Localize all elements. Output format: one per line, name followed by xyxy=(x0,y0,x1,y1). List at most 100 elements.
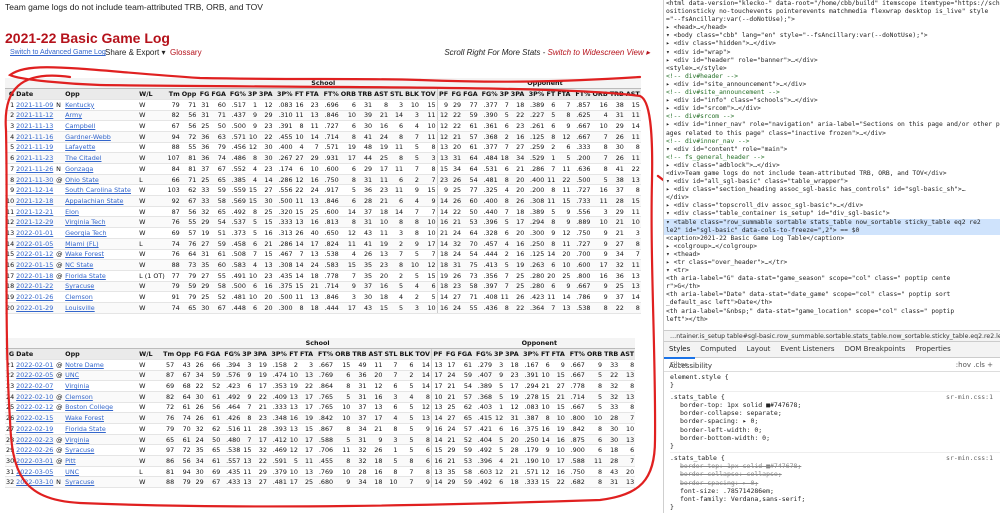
column-header[interactable]: FG% xyxy=(221,348,242,360)
column-header[interactable]: G xyxy=(5,348,16,360)
column-header[interactable]: 3PA xyxy=(504,348,520,360)
dom-node-line[interactable]: ▸ <tr class="over_header">…</tr> xyxy=(664,259,1000,267)
column-header[interactable]: FG xyxy=(191,348,205,360)
opponent-link[interactable]: Elon xyxy=(65,208,79,216)
dom-node-line[interactable]: <html data-version="klecko-" data-root="… xyxy=(664,0,1000,8)
opponent-link[interactable]: Clemson xyxy=(65,293,93,301)
opponent-link[interactable]: Florida State xyxy=(65,425,106,433)
column-header[interactable]: BLK xyxy=(398,348,415,360)
game-date-link[interactable]: 2022-02-26 xyxy=(16,446,53,454)
column-header[interactable]: 3P xyxy=(498,88,510,100)
dom-node-line[interactable]: ▸ <head>…</head> xyxy=(664,24,1000,32)
dom-node-line[interactable]: <th aria-label="&nbsp;" data-stat="game_… xyxy=(664,308,1000,316)
game-date-link[interactable]: 2022-01-05 xyxy=(16,240,53,248)
dom-node-line[interactable]: <caption>2021-22 Basic Game Log Table</c… xyxy=(664,235,1000,243)
css-selector[interactable]: element.style { xyxy=(670,373,1000,381)
opponent-link[interactable]: NC State xyxy=(65,261,93,269)
dom-node-line[interactable]: <!-- div#srcom --> xyxy=(664,113,1000,121)
opponent-link[interactable]: Miami (FL) xyxy=(65,240,98,248)
column-header[interactable]: Opp xyxy=(64,348,139,360)
css-declaration[interactable]: border-spacing: ▸ 0; xyxy=(670,417,1000,425)
opponent-link[interactable]: Virginia xyxy=(65,382,89,390)
devtools-tab-dom-breakpoints[interactable]: DOM Breakpoints xyxy=(840,342,911,357)
game-date-link[interactable]: 2022-03-10 xyxy=(16,478,53,486)
dom-breadcrumbs[interactable]: …ntainer.is_setup table#sgl-basic.row_su… xyxy=(664,330,1000,342)
column-header[interactable]: FT xyxy=(287,348,299,360)
dom-node-line[interactable]: ▸ <colgroup>…</colgroup> xyxy=(664,243,1000,251)
game-date-link[interactable]: 2021-11-16 xyxy=(16,133,53,141)
column-header[interactable]: AST xyxy=(373,88,390,100)
opponent-link[interactable]: Syracuse xyxy=(65,446,94,454)
game-date-link[interactable]: 2021-12-14 xyxy=(16,186,53,194)
css-declaration[interactable]: border-spacing: ▸ 0; xyxy=(670,479,1000,487)
column-header[interactable] xyxy=(55,348,65,360)
dom-node-line[interactable]: <!-- div#inner_nav --> xyxy=(664,138,1000,146)
game-date-link[interactable]: 2022-01-26 xyxy=(16,293,53,301)
share-export-menu[interactable]: Share & Export ▾ xyxy=(105,48,166,57)
css-declaration[interactable]: border-top: 1px solid ■#747678; xyxy=(670,462,1000,470)
dom-node-line[interactable]: _default_asc left">Date</th> xyxy=(664,299,1000,307)
column-header[interactable]: Tm xyxy=(165,88,181,100)
column-header[interactable]: FT% xyxy=(319,88,340,100)
column-header[interactable]: FT% xyxy=(565,348,586,360)
dom-node-line[interactable]: <th aria-label="Date" data-stat="date_ga… xyxy=(664,291,1000,299)
column-header[interactable]: TRB xyxy=(603,348,620,360)
dom-node-line[interactable]: ▸ <div id="site_announcement">…</div> xyxy=(664,81,1000,89)
column-header[interactable]: ORB xyxy=(591,88,609,100)
column-header[interactable]: FGA xyxy=(456,348,474,360)
column-header[interactable]: TOV xyxy=(414,348,432,360)
column-header[interactable]: FTA xyxy=(298,348,315,360)
dom-node-line[interactable]: ages related to this page" class="inacti… xyxy=(664,130,1000,138)
column-header[interactable]: AST xyxy=(624,88,641,100)
opponent-link[interactable]: Gardner-Webb xyxy=(65,133,111,141)
opponent-link[interactable]: Clemson xyxy=(65,393,93,401)
opponent-link[interactable]: Army xyxy=(65,111,82,119)
column-header[interactable]: ORB xyxy=(585,348,604,360)
column-header[interactable]: ORB xyxy=(339,88,357,100)
game-date-link[interactable]: 2022-01-12 xyxy=(16,250,53,258)
column-header[interactable]: W/L xyxy=(138,348,161,360)
dom-node-line[interactable]: ▾ <thead> xyxy=(664,251,1000,259)
game-date-link[interactable]: 2021-12-29 xyxy=(16,218,53,226)
dom-node-line[interactable]: ▾ <table class="row_summable sortable st… xyxy=(664,218,1000,227)
dom-node-line[interactable]: ▸ <div class="hidden">…</div> xyxy=(664,40,1000,48)
opponent-link[interactable]: Syracuse xyxy=(65,282,94,290)
dom-node-line[interactable]: ="--fsAncillary:var(--doNotUse);"> xyxy=(664,16,1000,24)
dom-node-line[interactable]: <style>…</style> xyxy=(664,65,1000,73)
widescreen-link[interactable]: Switch to Widescreen View ▸ xyxy=(547,48,650,57)
opponent-link[interactable]: Georgia Tech xyxy=(65,229,106,237)
dom-node-line[interactable]: ▾ <div id="all_sgl-basic" class="table_w… xyxy=(664,178,1000,186)
column-header[interactable]: 3P% xyxy=(519,348,540,360)
column-header[interactable]: Date xyxy=(15,88,56,100)
dom-node-line[interactable]: ▸ <div id="header" role="banner">…</div> xyxy=(664,57,1000,65)
game-date-link[interactable]: 2022-03-05 xyxy=(16,468,53,476)
opponent-link[interactable]: Virginia xyxy=(65,436,89,444)
column-header[interactable]: FT% xyxy=(314,348,335,360)
dom-node-line[interactable]: ▾ <div class="table_container is_setup" … xyxy=(664,210,1000,218)
column-header[interactable]: FG xyxy=(197,88,211,100)
column-header[interactable]: FGA xyxy=(204,348,222,360)
opponent-link[interactable]: Boston College xyxy=(65,403,113,411)
game-date-link[interactable]: 2021-11-30 xyxy=(16,176,53,184)
column-header[interactable]: W/L xyxy=(138,88,166,100)
dom-node-line[interactable]: ositionsticky no-touchevents pointereven… xyxy=(664,8,1000,16)
column-header[interactable]: Opp xyxy=(175,348,192,360)
column-header[interactable]: FT xyxy=(539,348,551,360)
column-header[interactable]: FG xyxy=(443,348,457,360)
column-header[interactable]: 3P% xyxy=(273,88,294,100)
column-header[interactable]: Date xyxy=(15,348,56,360)
column-header[interactable]: FTA xyxy=(556,88,572,100)
column-header[interactable]: 3PA xyxy=(509,88,526,100)
column-header[interactable]: FT% xyxy=(571,88,592,100)
devtools-tab-event-listeners[interactable]: Event Listeners xyxy=(775,342,839,357)
column-header[interactable]: FTA xyxy=(304,88,320,100)
game-date-link[interactable]: 2022-02-19 xyxy=(16,425,53,433)
column-header[interactable] xyxy=(55,88,65,100)
opponent-link[interactable]: Gonzaga xyxy=(65,165,93,173)
switch-advanced-link[interactable]: Switch to Advanced Game Log xyxy=(10,49,106,56)
dom-node-line[interactable]: ▾ <tr> xyxy=(664,267,1000,275)
css-declaration[interactable]: font-size: .785714286em; xyxy=(670,487,1000,495)
opponent-link[interactable]: Syracuse xyxy=(65,478,94,486)
css-declaration[interactable]: border-left-width: 0; xyxy=(670,426,1000,434)
dom-node-line[interactable]: ▸ <div class="topscroll_div assoc_sgl-ba… xyxy=(664,202,1000,210)
